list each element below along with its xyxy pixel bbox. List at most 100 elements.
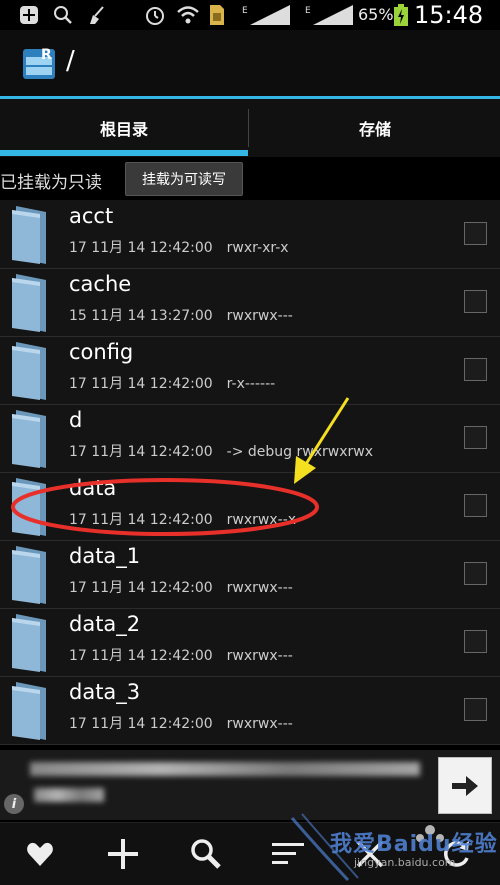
file-row[interactable]: data_1 17 11月 14 12:42:00 rwxrwx--- xyxy=(0,540,500,609)
folder-icon xyxy=(10,612,50,674)
file-row[interactable]: d 17 11月 14 12:42:00 -> debug rwxrwxrwx xyxy=(0,404,500,473)
file-date: 15 11月 14 13:27:00 xyxy=(69,308,213,324)
close-icon xyxy=(356,840,384,868)
file-name: data_2 xyxy=(69,612,141,636)
mount-row: 已挂载为只读 挂载为可读写 xyxy=(0,158,500,200)
current-path: / xyxy=(66,46,75,76)
file-name: d xyxy=(69,408,83,432)
sort-button[interactable] xyxy=(258,827,318,881)
file-permission: -> debug rwxrwxrwx xyxy=(226,444,373,460)
folder-icon xyxy=(10,544,50,606)
file-checkbox[interactable] xyxy=(464,698,487,721)
file-meta: 17 11月 14 12:42:00 -> debug rwxrwxrwx xyxy=(69,441,373,461)
file-meta: 15 11月 14 13:27:00 rwxrwx--- xyxy=(69,305,293,325)
file-checkbox[interactable] xyxy=(464,630,487,653)
file-checkbox[interactable] xyxy=(464,290,487,313)
wifi-icon xyxy=(175,4,201,26)
file-meta: 17 11月 14 12:42:00 r-x------ xyxy=(69,373,275,393)
file-meta: 17 11月 14 12:42:00 rwxr-xr-x xyxy=(69,237,289,257)
refresh-icon xyxy=(444,841,469,867)
file-name: data_3 xyxy=(69,680,141,704)
ad-text-blur xyxy=(34,788,104,802)
refresh-button[interactable] xyxy=(426,827,486,881)
file-date: 17 11月 14 12:42:00 xyxy=(69,512,213,528)
file-checkbox[interactable] xyxy=(464,426,487,449)
file-date: 17 11月 14 12:42:00 xyxy=(69,580,213,596)
search-button[interactable] xyxy=(176,827,236,881)
file-row[interactable]: acct 17 11月 14 12:42:00 rwxr-xr-x xyxy=(0,200,500,269)
plus-icon xyxy=(108,839,138,869)
svg-text:E: E xyxy=(242,6,248,16)
broom-icon xyxy=(86,4,108,26)
file-permission: rwxrwx--- xyxy=(226,308,293,324)
file-name: data_1 xyxy=(69,544,141,568)
arrow-right-icon xyxy=(452,775,478,796)
file-checkbox[interactable] xyxy=(464,494,487,517)
file-date: 17 11月 14 12:42:00 xyxy=(69,444,213,460)
ad-open-button[interactable] xyxy=(438,757,492,814)
sim-icon xyxy=(207,4,227,26)
file-meta: 17 11月 14 12:42:00 rwxrwx--- xyxy=(69,713,293,733)
svg-text:E: E xyxy=(305,6,311,16)
sort-icon xyxy=(272,843,304,864)
tab-root[interactable]: 根目录 xyxy=(0,99,248,157)
heart-icon xyxy=(27,842,53,866)
file-name: cache xyxy=(69,272,132,296)
info-icon[interactable]: i xyxy=(4,794,24,814)
app-logo-icon[interactable]: R xyxy=(22,45,56,81)
status-bar: E E 65% 15:48 xyxy=(0,0,500,30)
mount-status: 已挂载为只读 xyxy=(0,173,102,193)
tab-divider xyxy=(248,109,249,147)
file-row[interactable]: cache 15 11月 14 13:27:00 rwxrwx--- xyxy=(0,268,500,337)
battery-icon xyxy=(393,4,409,26)
file-row[interactable]: data 17 11月 14 12:42:00 rwxrwx--x xyxy=(0,472,500,541)
file-name: config xyxy=(69,340,134,364)
ad-banner[interactable]: i xyxy=(0,750,500,820)
file-row[interactable]: data_2 17 11月 14 12:42:00 rwxrwx--- xyxy=(0,608,500,677)
file-name: data xyxy=(69,476,117,500)
folder-icon xyxy=(10,204,50,266)
file-permission: rwxr-xr-x xyxy=(226,240,289,256)
alarm-icon xyxy=(143,4,167,26)
favorites-button[interactable] xyxy=(10,827,70,881)
file-row[interactable]: config 17 11月 14 12:42:00 r-x------ xyxy=(0,336,500,405)
bottom-toolbar xyxy=(0,822,500,885)
file-permission: rwxrwx--- xyxy=(226,648,293,664)
file-checkbox[interactable] xyxy=(464,358,487,381)
file-checkbox[interactable] xyxy=(464,562,487,585)
folder-icon xyxy=(10,272,50,334)
folder-icon xyxy=(10,680,50,742)
file-meta: 17 11月 14 12:42:00 rwxrwx--- xyxy=(69,645,293,665)
search-icon xyxy=(52,4,74,26)
search-icon xyxy=(191,839,221,869)
file-date: 17 11月 14 12:42:00 xyxy=(69,240,213,256)
svg-text:R: R xyxy=(41,47,52,63)
plus-icon xyxy=(18,4,40,26)
close-button[interactable] xyxy=(340,827,400,881)
file-date: 17 11月 14 12:42:00 xyxy=(69,648,213,664)
file-permission: rwxrwx--x xyxy=(226,512,297,528)
signal-icon: E xyxy=(305,4,355,26)
folder-icon xyxy=(10,408,50,470)
status-clock: 15:48 xyxy=(414,1,484,29)
folder-icon xyxy=(10,476,50,538)
folder-icon xyxy=(10,340,50,402)
file-permission: rwxrwx--- xyxy=(226,716,293,732)
mount-rw-button[interactable]: 挂载为可读写 xyxy=(125,162,243,196)
file-meta: 17 11月 14 12:42:00 rwxrwx--- xyxy=(69,577,293,597)
file-row[interactable]: data_3 17 11月 14 12:42:00 rwxrwx--- xyxy=(0,676,500,745)
tab-active-indicator xyxy=(0,150,248,156)
file-list[interactable]: acct 17 11月 14 12:42:00 rwxr-xr-x cache 1… xyxy=(0,200,500,745)
file-checkbox[interactable] xyxy=(464,222,487,245)
title-bar: R / xyxy=(0,30,500,96)
file-permission: rwxrwx--- xyxy=(226,580,293,596)
tab-storage[interactable]: 存储 xyxy=(250,99,500,157)
battery-percentage: 65% xyxy=(358,5,394,24)
ad-text-blur xyxy=(30,762,420,776)
signal-icon: E xyxy=(242,4,292,26)
file-permission: r-x------ xyxy=(226,376,276,392)
file-name: acct xyxy=(69,204,114,228)
file-date: 17 11月 14 12:42:00 xyxy=(69,376,213,392)
file-date: 17 11月 14 12:42:00 xyxy=(69,716,213,732)
add-button[interactable] xyxy=(93,827,153,881)
